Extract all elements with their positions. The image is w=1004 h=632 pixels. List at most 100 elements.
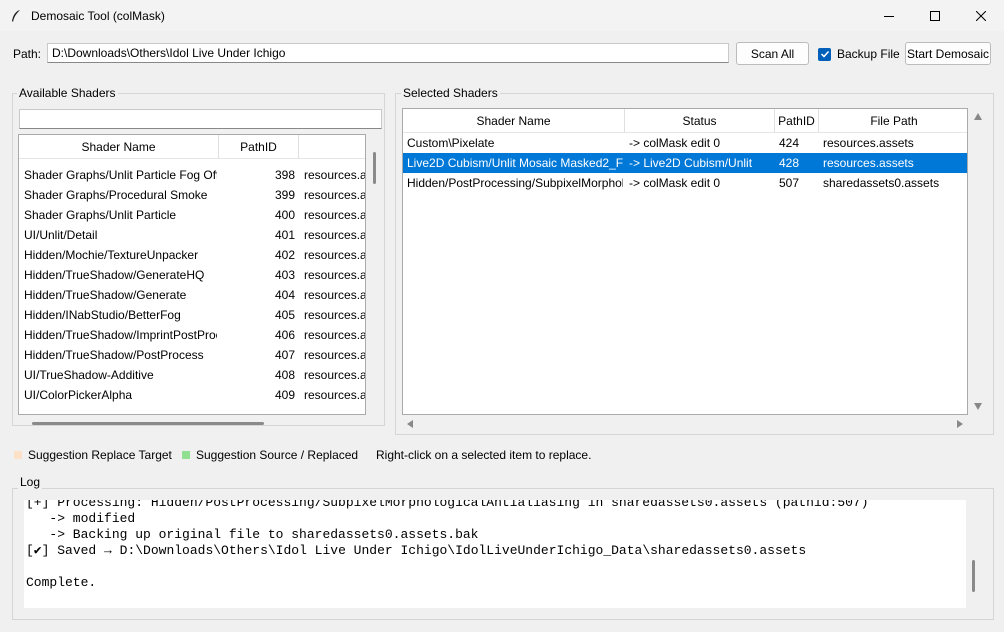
scroll-right-icon[interactable] [957,420,963,428]
table-row[interactable]: Live2D Cubism/Unlit Mosaic Masked2_Fi -> … [403,153,967,173]
table-row[interactable]: Hidden/TrueShadow/GenerateHQ 403 resources… [19,265,365,285]
sel-col-header-pathid[interactable]: PathID [775,109,819,133]
shader-name-cell: UI/TrueShadow-Additive [24,368,154,382]
scroll-left-icon[interactable] [407,420,413,428]
legend-source-replaced: Suggestion Source / Replaced [182,446,358,464]
shader-name-cell: Custom\Pixelate [407,136,495,150]
legend-replace-target: Suggestion Replace Target [14,446,172,464]
shader-name-cell: Shader Graphs/Procedural Smoke [24,188,208,202]
scroll-up-icon[interactable] [974,113,982,120]
selected-shaders-list[interactable]: Shader Name Status PathID File Path Cust… [402,108,968,415]
log-line: [+] Processing: Hidden/PostProcessing/Su… [26,500,869,510]
shader-name-cell: Hidden/Mochie/TextureUnpacker [24,248,199,262]
scan-all-button[interactable]: Scan All [736,42,809,65]
shader-name-cell: Hidden/TrueShadow/GenerateHQ [24,268,205,282]
pathid-cell: 403 [274,268,295,282]
replace-target-label: Suggestion Replace Target [28,448,172,462]
table-row[interactable]: Hidden/Mochie/TextureUnpacker 402 resource… [19,245,365,265]
backup-checkbox[interactable] [818,47,831,61]
file-cell: resources.assets [304,208,365,222]
close-button[interactable] [958,0,1004,31]
table-row[interactable]: Shader Graphs/Procedural Smoke 399 resourc… [19,185,365,205]
status-cell: -> Live2D Cubism/Unlit [629,156,753,170]
scroll-down-icon[interactable] [974,403,982,410]
legend-hint: Right-click on a selected item to replac… [376,446,591,464]
file-cell: resources.assets [304,288,365,302]
table-row[interactable]: Shader Graphs/Unlit Particle 400 resources… [19,205,365,225]
close-icon [976,10,986,21]
pathid-cell: 406 [274,328,295,342]
path-row: Path: Scan All Backup File Start Demosai… [0,40,1004,68]
file-path-cell: sharedassets0.assets [823,176,940,190]
col-header-file[interactable] [299,135,365,159]
table-row[interactable]: Hidden/PostProcessing/SubpixelMorphologi… [403,173,967,193]
file-cell: resources.assets [304,248,365,262]
file-path-cell: resources.assets [823,156,914,170]
table-row[interactable]: Hidden/INabStudio/BetterFog 405 resources.… [19,305,365,325]
available-scroll-thumb[interactable] [373,152,376,184]
file-cell: resources.assets [304,268,365,282]
pathid-cell: 405 [274,308,295,322]
pathid-cell: 408 [274,368,295,382]
available-vertical-scrollbar[interactable] [366,134,384,415]
pathid-cell: 399 [274,188,295,202]
shader-name-cell: Hidden/PostProcessing/SubpixelMorphologi… [407,176,623,190]
backup-checkbox-wrap[interactable]: Backup File [818,44,900,64]
file-cell: resources.assets [304,368,365,382]
sel-col-header-file-path[interactable]: File Path [819,109,967,133]
col-header-pathid[interactable]: PathID [219,135,299,159]
shader-name-cell: Hidden/TrueShadow/PostProcess [24,348,204,362]
log-line: -> Backing up original file to sharedass… [26,527,479,542]
selected-horizontal-scrollbar[interactable] [402,416,968,432]
path-label: Path: [13,47,42,61]
log-output[interactable]: [+] Processing: Hidden/PostProcessing/Su… [24,500,966,608]
col-header-shader-name[interactable]: Shader Name [19,135,219,159]
table-row[interactable]: UI/Unlit/Detail 401 resources.assets [19,225,365,245]
pathid-cell: 424 [779,136,800,150]
table-row[interactable]: UI/TrueShadow-Additive 408 resources.asset… [19,365,365,385]
available-hscroll-thumb[interactable] [32,422,264,425]
status-cell: -> colMask edit 0 [629,136,721,150]
log-scroll-thumb[interactable] [972,560,975,592]
table-row[interactable]: Hidden/TrueShadow/PostProcess 407 resource… [19,345,365,365]
checkmark-icon [820,50,829,58]
available-shaders-label: Available Shaders [17,86,118,100]
selected-vertical-scrollbar[interactable] [969,108,987,415]
file-cell: resources.assets [304,348,365,362]
window-title: Demosaic Tool (colMask) [31,8,165,23]
table-row[interactable]: Shader Graphs/Unlit Particle Fog Off 398 r… [19,165,365,185]
pathid-cell: 402 [274,248,295,262]
shader-name-cell: Hidden/INabStudio/BetterFog [24,308,181,322]
sel-col-header-shader-name[interactable]: Shader Name [403,109,625,133]
path-input[interactable] [47,43,729,63]
shader-filter-input[interactable] [19,109,382,129]
maximize-button[interactable] [912,0,958,31]
log-label: Log [18,475,43,489]
table-row[interactable]: Hidden/TrueShadow/ImprintPostProcess 406 r… [19,325,365,345]
shader-name-cell: Hidden/TrueShadow/Generate [24,288,187,302]
shader-name-cell: Shader Graphs/Unlit Particle [24,208,177,222]
pathid-cell: 409 [274,388,295,402]
minimize-button[interactable] [866,0,912,31]
maximize-icon [930,10,940,21]
sel-col-header-status[interactable]: Status [625,109,775,133]
file-cell: resources.assets [304,328,365,342]
replace-target-swatch [14,451,22,459]
file-cell: resources.assets [304,308,365,322]
table-row[interactable]: Hidden/TrueShadow/Generate 404 resources.a… [19,285,365,305]
table-row[interactable]: Custom\Pixelate -> colMask edit 0 424 resou… [403,133,967,153]
pathid-cell: 507 [779,176,800,190]
table-row[interactable]: UI/ColorPickerAlpha 409 resources.assets [19,385,365,405]
backup-label: Backup File [837,47,900,61]
file-cell: resources.assets [304,388,365,402]
hint-text: Right-click on a selected item to replac… [376,448,592,462]
log-line: [✔] Saved → D:\Downloads\Others\Idol Liv… [26,543,807,558]
start-demosaic-button[interactable]: Start Demosaic [905,42,991,65]
log-vertical-scrollbar[interactable] [966,500,982,608]
minimize-icon [884,15,894,17]
available-horizontal-scrollbar[interactable] [18,416,366,430]
file-cell: resources.assets [304,168,365,182]
pathid-cell: 404 [274,288,295,302]
available-shaders-list[interactable]: Shader Name PathID Shader Graphs/Unlit P… [18,134,366,415]
pathid-cell: 401 [274,228,295,242]
